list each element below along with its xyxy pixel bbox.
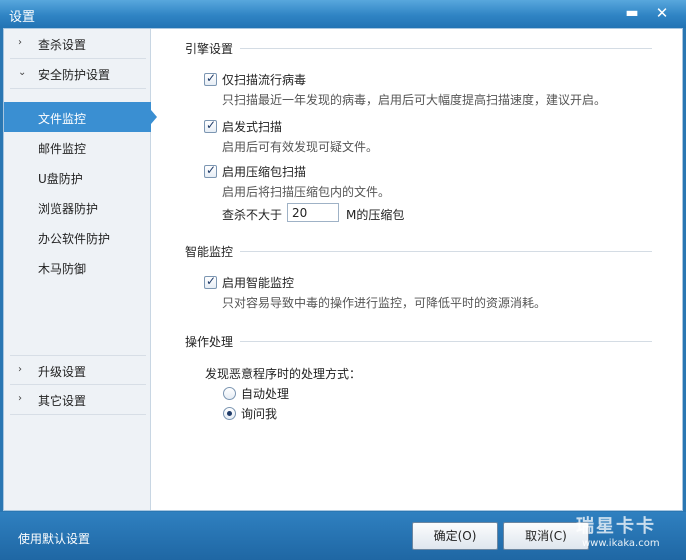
option-label: 启发式扫描: [222, 120, 283, 134]
check-icon: ✓: [206, 71, 217, 85]
title-bar[interactable]: 设置 ▬ ✕: [0, 0, 686, 28]
check-icon: ✓: [206, 274, 217, 288]
sidebar-group-label: 安全防护设置: [38, 68, 111, 82]
option-label: 仅扫描流行病毒: [222, 73, 307, 87]
chevron-right-icon: ›: [18, 37, 22, 48]
option-description: 只对容易导致中毒的操作进行监控，可降低平时的资源消耗。: [222, 296, 547, 310]
action-prompt: 发现恶意程序时的处理方式：: [205, 367, 362, 381]
option-description: 只扫描最近一年发现的病毒，启用后可大幅度提高扫描速度，建议开启。: [222, 93, 607, 107]
sidebar-item-file-monitor[interactable]: 文件监控: [4, 102, 157, 132]
sidebar-item-label: 办公软件防护: [38, 232, 111, 246]
chevron-right-icon: ›: [18, 364, 22, 375]
sidebar-item-mail-monitor[interactable]: 邮件监控: [4, 132, 151, 162]
sidebar-item-label: 文件监控: [38, 112, 87, 126]
radio-auto-handle[interactable]: [223, 387, 236, 400]
sidebar-item-label: U盘防护: [38, 172, 83, 186]
option-description: 启用后将扫描压缩包内的文件。: [222, 185, 391, 199]
section-divider: [240, 48, 652, 49]
archive-limit-suffix: M的压缩包: [346, 208, 405, 222]
watermark-brand: 瑞星卡卡: [576, 516, 656, 537]
sidebar-item-label: 邮件监控: [38, 142, 87, 156]
sidebar-group-other[interactable]: › 其它设置: [10, 385, 146, 415]
radio-label: 自动处理: [241, 387, 290, 401]
settings-window: 设置 ▬ ✕ › 查杀设置 ⌄ 安全防护设置 文件监控 邮件监控 U盘防护 浏览…: [0, 0, 686, 560]
archive-limit-prefix: 查杀不大于: [222, 208, 283, 222]
sidebar-group-update[interactable]: › 升级设置: [10, 355, 146, 385]
option-description: 启用后可有效发现可疑文件。: [222, 140, 379, 154]
section-divider: [240, 251, 652, 252]
ok-button[interactable]: 确定(O): [412, 522, 498, 550]
sidebar-group-label: 其它设置: [38, 394, 87, 408]
check-icon: ✓: [206, 118, 217, 132]
checkbox-popular-virus[interactable]: ✓: [204, 71, 217, 86]
window-title: 设置: [9, 10, 36, 25]
sidebar-item-browser-protection[interactable]: 浏览器防护: [4, 192, 151, 222]
settings-frame: › 查杀设置 ⌄ 安全防护设置 文件监控 邮件监控 U盘防护 浏览器防护 办公软…: [3, 28, 683, 511]
section-title-action: 操作处理: [185, 335, 234, 349]
section-title-engine: 引擎设置: [185, 42, 234, 56]
radio-ask-me[interactable]: [223, 407, 236, 420]
sidebar-item-label: 浏览器防护: [38, 202, 99, 216]
settings-content: 引擎设置 ✓ 仅扫描流行病毒 只扫描最近一年发现的病毒，启用后可大幅度提高扫描速…: [152, 29, 682, 510]
section-divider: [240, 341, 652, 342]
chevron-right-icon: ›: [18, 393, 22, 404]
check-icon: ✓: [206, 163, 217, 177]
sidebar-group-label: 升级设置: [38, 365, 87, 379]
watermark-url: www.ikaka.com: [582, 538, 660, 549]
close-button[interactable]: ✕: [652, 4, 672, 24]
checkbox-smart-monitor[interactable]: ✓: [204, 274, 217, 289]
archive-size-input[interactable]: [287, 203, 339, 222]
radio-label: 询问我: [241, 407, 278, 421]
checkbox-archive-scan[interactable]: ✓: [204, 163, 217, 178]
sidebar-group-protection[interactable]: ⌄ 安全防护设置: [10, 59, 146, 89]
sidebar-item-trojan-defense[interactable]: 木马防御: [4, 252, 151, 282]
minimize-button[interactable]: ▬: [622, 4, 642, 24]
option-label: 启用智能监控: [222, 276, 295, 290]
section-title-smart: 智能监控: [185, 245, 234, 259]
radio-selected-dot: [227, 411, 232, 416]
sidebar-item-label: 木马防御: [38, 262, 87, 276]
chevron-down-icon: ⌄: [18, 67, 27, 78]
sidebar-group-scan[interactable]: › 查杀设置: [10, 29, 146, 59]
sidebar-group-label: 查杀设置: [38, 38, 87, 52]
restore-defaults-link[interactable]: 使用默认设置: [18, 530, 90, 547]
option-label: 启用压缩包扫描: [222, 165, 307, 179]
sidebar-item-usb-protection[interactable]: U盘防护: [4, 162, 151, 192]
checkbox-heuristic-scan[interactable]: ✓: [204, 118, 217, 133]
sidebar: › 查杀设置 ⌄ 安全防护设置 文件监控 邮件监控 U盘防护 浏览器防护 办公软…: [4, 29, 157, 510]
watermark-logo: 瑞星卡卡 www.ikaka.com: [566, 508, 686, 560]
sidebar-item-office-protection[interactable]: 办公软件防护: [4, 222, 151, 252]
